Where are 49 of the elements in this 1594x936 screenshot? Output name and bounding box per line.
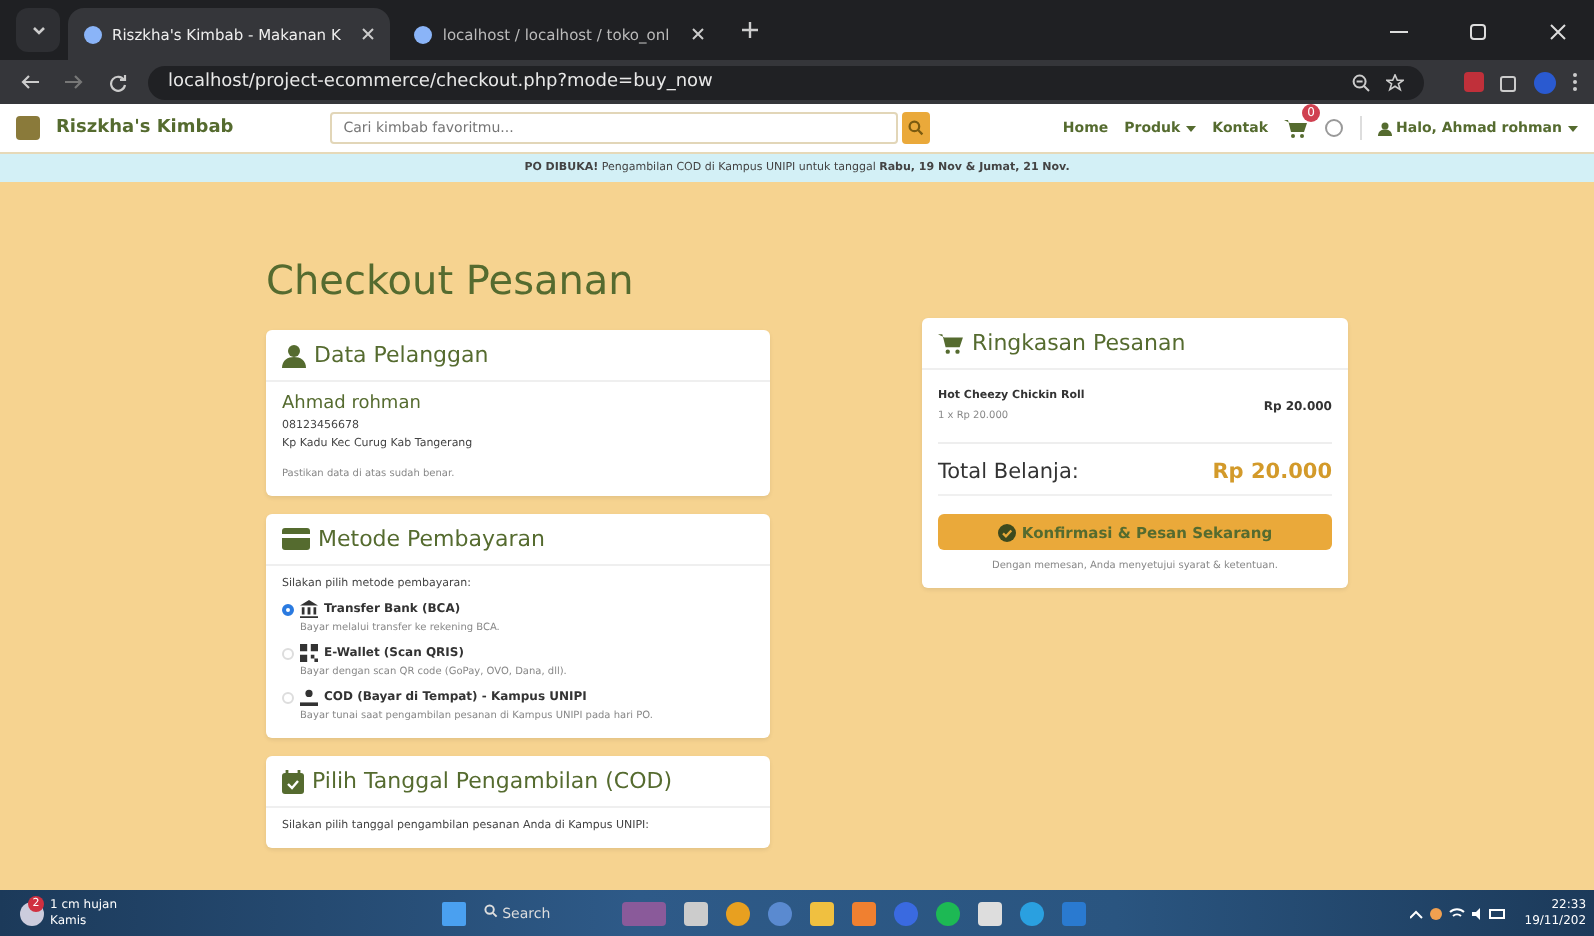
reload-button[interactable]	[104, 73, 132, 91]
qr-code-icon	[300, 644, 318, 662]
menu-icon[interactable]	[1572, 72, 1578, 92]
card-title: Pilih Tanggal Pengambilan (COD)	[312, 768, 673, 794]
tab-list-button[interactable]	[16, 8, 60, 52]
new-tab-icon[interactable]	[741, 22, 758, 38]
close-icon[interactable]	[362, 28, 375, 40]
folder-icon[interactable]	[809, 901, 834, 925]
caret-icon	[1568, 125, 1578, 132]
search-icon	[483, 904, 498, 918]
total-label: Total Belanja:	[938, 460, 1079, 484]
page-title: Checkout Pesanan	[266, 256, 636, 304]
close-icon[interactable]	[1550, 24, 1566, 40]
brand-name[interactable]: Riszkha's Kimbab	[56, 118, 234, 138]
total-amount: Rp 20.000	[1212, 460, 1332, 484]
caret-icon	[31, 25, 45, 35]
favicon-icon	[84, 25, 102, 43]
app-icon[interactable]	[851, 901, 876, 925]
person-icon	[1378, 121, 1392, 136]
back-button[interactable]	[16, 74, 44, 90]
person-icon	[282, 343, 306, 367]
cart-icon[interactable]	[1284, 118, 1308, 138]
search-button[interactable]	[901, 112, 930, 144]
system-tray-icons[interactable]	[1410, 905, 1507, 921]
zoom-icon[interactable]	[1352, 73, 1370, 91]
search-icon	[907, 120, 924, 136]
task-view-icon[interactable]	[683, 901, 708, 925]
card-title: Metode Pembayaran	[318, 526, 545, 552]
bank-icon	[300, 600, 318, 618]
maximize-icon[interactable]	[1470, 24, 1486, 40]
star-icon[interactable]	[1386, 73, 1404, 91]
address-bar[interactable]: localhost/project-ecommerce/checkout.php?mode=buy_now	[148, 65, 1424, 99]
cart-icon	[938, 332, 964, 354]
credit-card-icon	[282, 528, 310, 550]
app-icon[interactable]	[977, 901, 1002, 925]
calendar-icon	[282, 769, 304, 793]
caret-icon	[1186, 125, 1197, 132]
logo-icon	[16, 116, 40, 140]
check-circle-icon	[997, 523, 1016, 541]
forward-button[interactable]	[60, 74, 88, 90]
radio-button[interactable]	[282, 603, 294, 615]
card-title: Ringkasan Pesanan	[972, 330, 1186, 356]
favicon-icon	[414, 25, 433, 43]
card-title: Data Pelanggan	[314, 342, 489, 368]
app-icon[interactable]	[1019, 901, 1044, 925]
customer-name: Ahmad rohman	[282, 394, 423, 414]
minimize-icon[interactable]	[1389, 30, 1407, 34]
start-button[interactable]	[441, 901, 466, 925]
close-icon[interactable]	[691, 28, 704, 40]
